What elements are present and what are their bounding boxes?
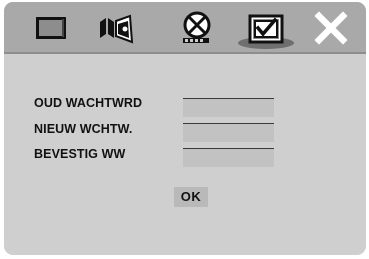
old-password-label: OUD WACHTWRD: [34, 96, 143, 110]
new-password-field[interactable]: [183, 123, 274, 142]
audio-icon[interactable]: [96, 8, 136, 48]
menu-bar: [4, 2, 366, 52]
new-password-label: NIEUW WCHTW.: [34, 122, 133, 136]
confirm-password-label: BEVESTIG WW: [34, 147, 126, 161]
osd-screen: OUD WACHTWRD NIEUW WCHTW. BEVESTIG WW OK: [4, 2, 366, 255]
ok-button[interactable]: OK: [174, 187, 208, 207]
confirm-password-field[interactable]: [183, 148, 274, 167]
display-icon[interactable]: [32, 8, 72, 48]
disc-icon[interactable]: [179, 8, 219, 48]
menu-divider: [4, 52, 366, 54]
preferences-icon[interactable]: [246, 8, 286, 48]
old-password-field[interactable]: [183, 98, 274, 117]
close-icon[interactable]: [311, 8, 351, 48]
